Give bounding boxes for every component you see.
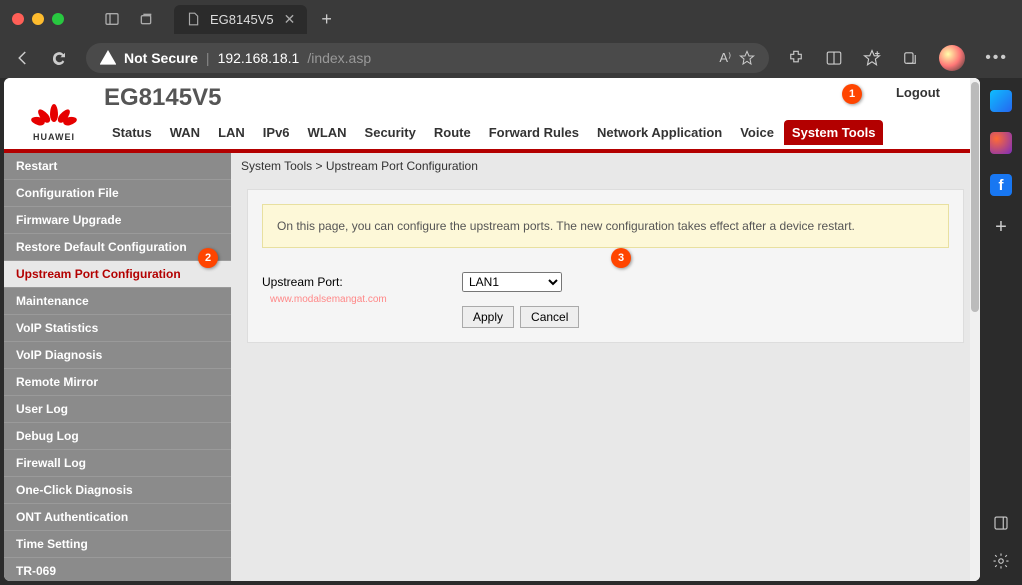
sidebar-item-user-log[interactable]: User Log — [4, 396, 231, 423]
tab-ipv6[interactable]: IPv6 — [255, 120, 298, 145]
toolbar-icons: ••• — [787, 45, 1008, 71]
close-window-icon[interactable] — [12, 13, 24, 25]
sidebar-item-debug-log[interactable]: Debug Log — [4, 423, 231, 450]
page-body: RestartConfiguration FileFirmware Upgrad… — [4, 153, 980, 581]
sidebar-item-firewall-log[interactable]: Firewall Log — [4, 450, 231, 477]
annotation-badge-1: 1 — [842, 84, 862, 104]
address-bar: Not Secure | 192.168.18.1/index.asp A⁾ •… — [0, 38, 1022, 78]
add-tool-icon[interactable]: + — [990, 216, 1012, 238]
huawei-logo: HUAWEI — [24, 94, 84, 149]
settings-icon[interactable] — [992, 552, 1010, 570]
main-panel: System Tools > Upstream Port Configurati… — [231, 153, 980, 581]
tab-security[interactable]: Security — [357, 120, 424, 145]
warning-icon — [100, 50, 116, 66]
tab-wan[interactable]: WAN — [162, 120, 208, 145]
refresh-icon[interactable] — [50, 49, 68, 67]
scrollbar-thumb[interactable] — [971, 82, 979, 312]
form-row: Upstream Port: LAN1 3 www.modalsemangat.… — [248, 262, 963, 302]
page-content: HUAWEI EG8145V5 Logout StatusWANLANIPv6W… — [4, 78, 980, 581]
form-buttons: Apply Cancel — [248, 302, 963, 342]
favorites-bar-icon[interactable] — [863, 49, 881, 67]
url-host: 192.168.18.1 — [218, 50, 300, 66]
shapes-icon[interactable] — [990, 132, 1012, 154]
back-icon[interactable] — [14, 49, 32, 67]
tab-network-application[interactable]: Network Application — [589, 120, 730, 145]
info-box: On this page, you can configure the upst… — [262, 204, 949, 248]
tab-lan[interactable]: LAN — [210, 120, 253, 145]
tab-status[interactable]: Status — [104, 120, 160, 145]
sidebar-item-tr-069[interactable]: TR-069 — [4, 558, 231, 581]
close-tab-icon[interactable]: ✕ — [284, 11, 296, 28]
breadcrumb: System Tools > Upstream Port Configurati… — [231, 153, 980, 179]
logo-text: HUAWEI — [33, 132, 75, 142]
page-icon — [186, 12, 200, 26]
read-aloud-icon[interactable]: A⁾ — [719, 50, 731, 66]
url-path: /index.asp — [307, 50, 371, 66]
scrollbar[interactable] — [970, 78, 980, 581]
url-box[interactable]: Not Secure | 192.168.18.1/index.asp A⁾ — [86, 43, 769, 73]
sidebar-item-maintenance[interactable]: Maintenance — [4, 288, 231, 315]
profile-avatar[interactable] — [939, 45, 965, 71]
upstream-port-label: Upstream Port: — [262, 275, 462, 289]
sidebar-item-voip-diagnosis[interactable]: VoIP Diagnosis — [4, 342, 231, 369]
favorite-icon[interactable] — [739, 50, 755, 66]
sidebar-item-ont-authentication[interactable]: ONT Authentication — [4, 504, 231, 531]
main-tabs: StatusWANLANIPv6WLANSecurityRouteForward… — [104, 120, 960, 145]
sidebar-item-restart[interactable]: Restart — [4, 153, 231, 180]
facebook-icon[interactable]: f — [990, 174, 1012, 196]
tab-forward-rules[interactable]: Forward Rules — [481, 120, 587, 145]
cancel-button[interactable]: Cancel — [520, 306, 579, 328]
watermark-text: www.modalsemangat.com — [270, 294, 387, 305]
page-header: HUAWEI EG8145V5 Logout StatusWANLANIPv6W… — [4, 78, 980, 153]
window-titlebar: EG8145V5 ✕ + — [0, 0, 1022, 38]
split-screen-icon[interactable] — [825, 49, 843, 67]
tab-voice[interactable]: Voice — [732, 120, 782, 145]
window-stack-icon[interactable] — [138, 11, 154, 27]
tab-system-tools[interactable]: System Tools — [784, 120, 884, 145]
window-controls — [104, 11, 154, 27]
main-box: On this page, you can configure the upst… — [247, 189, 964, 343]
upstream-port-select[interactable]: LAN1 — [462, 272, 562, 292]
maximize-window-icon[interactable] — [52, 13, 64, 25]
new-tab-button[interactable]: + — [321, 9, 332, 30]
annotation-badge-2: 2 — [198, 248, 218, 268]
sidebar-item-configuration-file[interactable]: Configuration File — [4, 180, 231, 207]
extensions-icon[interactable] — [787, 49, 805, 67]
sidebar-item-time-setting[interactable]: Time Setting — [4, 531, 231, 558]
sidebar-item-voip-statistics[interactable]: VoIP Statistics — [4, 315, 231, 342]
sidebar-item-restore-default-configuration[interactable]: Restore Default Configuration — [4, 234, 231, 261]
more-icon[interactable]: ••• — [985, 49, 1008, 67]
edge-sidebar: f + — [980, 78, 1022, 585]
apply-button[interactable]: Apply — [462, 306, 514, 328]
product-name: EG8145V5 — [104, 84, 221, 112]
panel-toggle-icon[interactable] — [992, 514, 1010, 532]
tab-route[interactable]: Route — [426, 120, 479, 145]
sidebar-toggle-icon[interactable] — [104, 11, 120, 27]
left-sidebar: RestartConfiguration FileFirmware Upgrad… — [4, 153, 231, 581]
collections-icon[interactable] — [901, 49, 919, 67]
logout-link[interactable]: Logout — [896, 85, 940, 100]
tab-wlan[interactable]: WLAN — [300, 120, 355, 145]
annotation-badge-3: 3 — [611, 248, 631, 268]
sidebar-item-upstream-port-configuration[interactable]: Upstream Port Configuration — [4, 261, 231, 288]
traffic-lights — [12, 13, 64, 25]
sidebar-item-firmware-upgrade[interactable]: Firmware Upgrade — [4, 207, 231, 234]
copilot-icon[interactable] — [990, 90, 1012, 112]
browser-tab[interactable]: EG8145V5 ✕ — [174, 5, 307, 34]
sidebar-item-remote-mirror[interactable]: Remote Mirror — [4, 369, 231, 396]
sidebar-item-one-click-diagnosis[interactable]: One-Click Diagnosis — [4, 477, 231, 504]
not-secure-label: Not Secure — [124, 50, 198, 66]
tab-title: EG8145V5 — [210, 12, 274, 27]
minimize-window-icon[interactable] — [32, 13, 44, 25]
